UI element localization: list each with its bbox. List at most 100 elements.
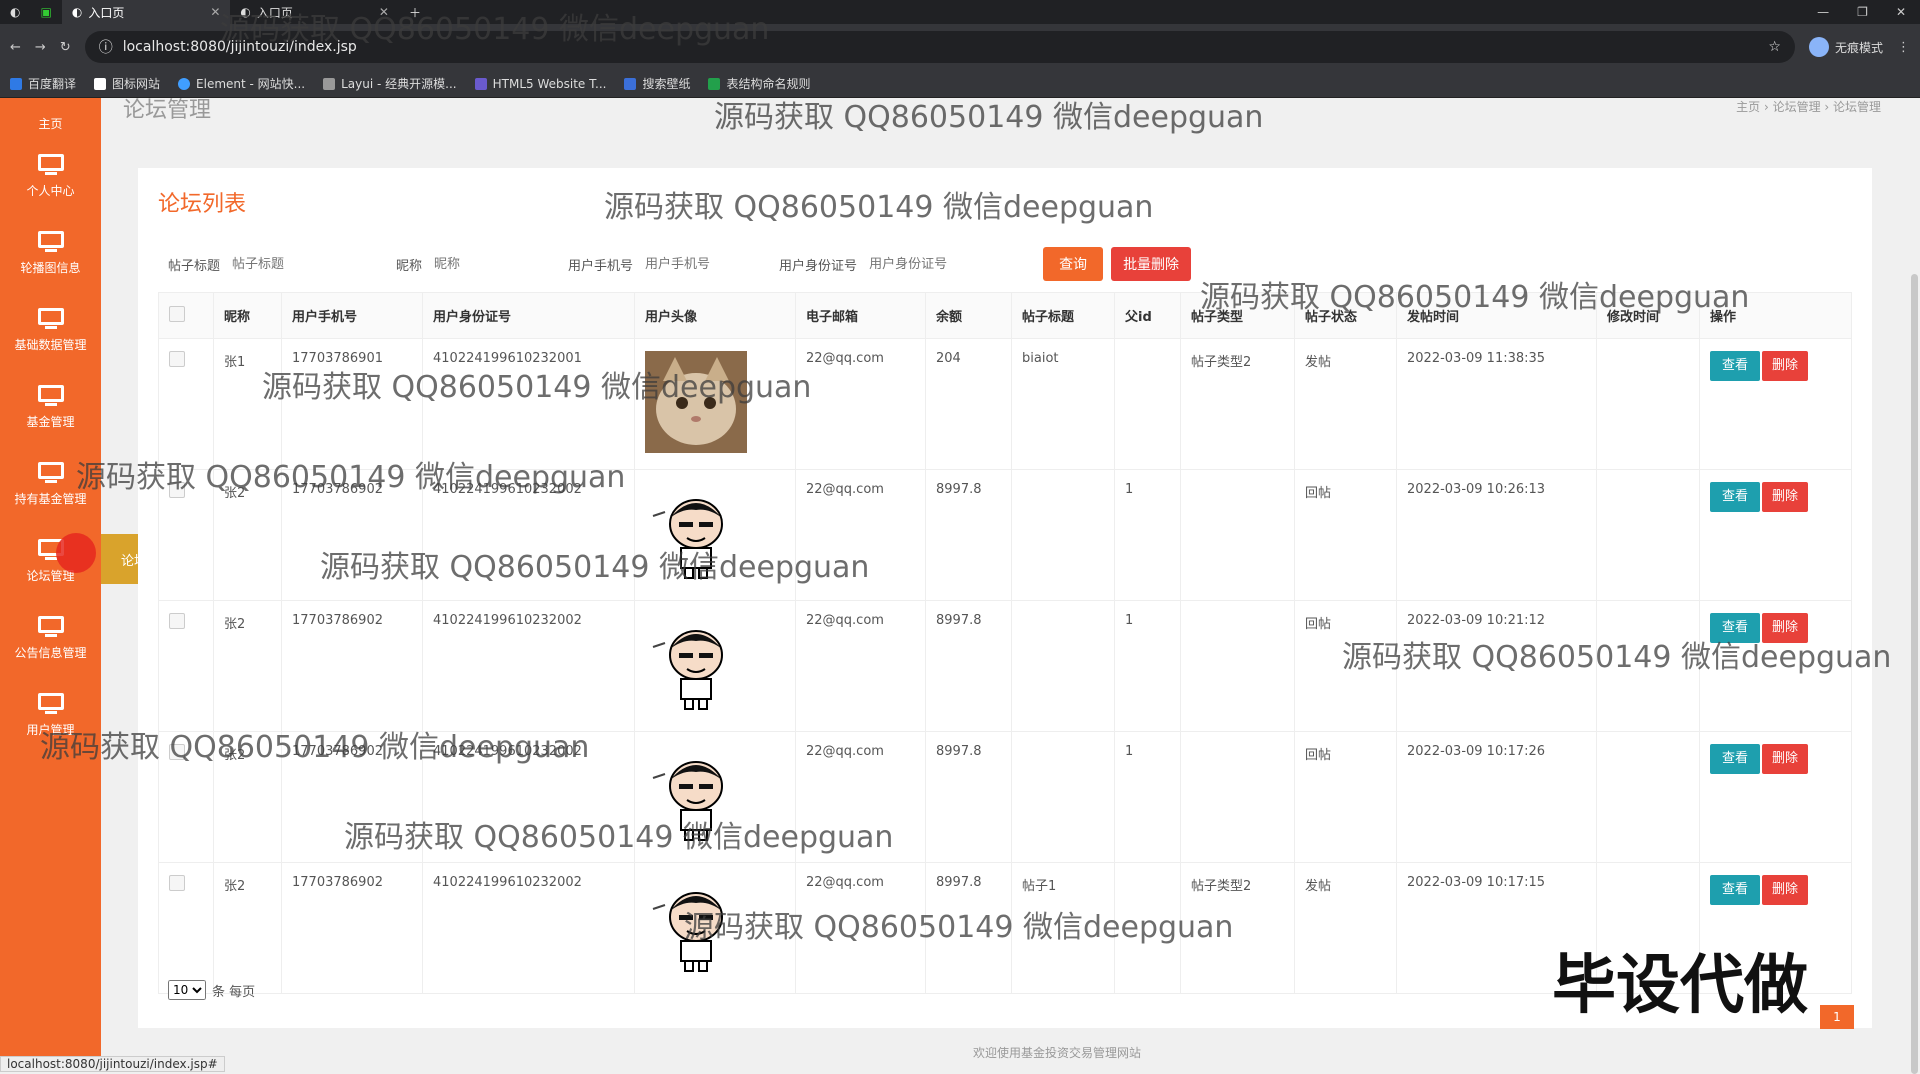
row-select-cell[interactable] [158, 731, 214, 863]
cell-avatar [634, 469, 796, 601]
delete-button[interactable]: 删除 [1762, 744, 1809, 774]
restore-icon[interactable]: ❐ [1857, 5, 1868, 19]
incognito-indicator[interactable]: 无痕模式 [1808, 37, 1883, 57]
view-button[interactable]: 查看 [1710, 744, 1761, 774]
row-checkbox[interactable] [169, 875, 185, 891]
cell-modify-time [1596, 338, 1700, 470]
cell-post-title: 帖子1 [1011, 862, 1115, 994]
browser-tab-label: 入口页 [88, 5, 125, 20]
scrollbar-thumb[interactable] [1911, 274, 1918, 1074]
bookmark-item[interactable]: 表结构命名规则 [708, 75, 810, 92]
view-button[interactable]: 查看 [1710, 613, 1761, 643]
scrollbar[interactable] [1910, 98, 1920, 1074]
cell-post-time: 2022-03-09 10:21:12 [1396, 600, 1597, 732]
batch-delete-button[interactable]: 批量删除 [1111, 247, 1192, 281]
cell-balance: 8997.8 [925, 862, 1012, 994]
sidebar-item-profile[interactable]: 个人中心 [0, 138, 101, 215]
row-checkbox[interactable] [169, 351, 185, 367]
row-select-cell[interactable] [158, 600, 214, 732]
sidebar-item-carousel[interactable]: 轮播图信息 [0, 215, 101, 292]
url-field[interactable]: ⓘ localhost:8080/jijintouzi/index.jsp ☆ [84, 31, 1795, 63]
cell-nickname: 张2 [213, 600, 282, 732]
sidebar-item-home[interactable]: 主页 [0, 98, 101, 138]
column-header: 父id [1114, 292, 1181, 339]
globe-icon: ◐ [240, 5, 251, 19]
cell-post-title: biaiot [1011, 338, 1115, 470]
browser-tab[interactable]: ◐ 入口页 ✕ [230, 0, 399, 24]
page-size-select[interactable]: 10 [168, 980, 206, 1000]
row-checkbox[interactable] [169, 482, 185, 498]
cell-phone: 17703786902 [281, 600, 423, 732]
minimize-icon[interactable]: — [1817, 5, 1829, 19]
cell-post-type [1180, 600, 1295, 732]
row-select-cell[interactable] [158, 469, 214, 601]
close-icon[interactable]: ✕ [210, 5, 220, 19]
sidebar-item-basic-data[interactable]: 基础数据管理 [0, 292, 101, 369]
close-window-icon[interactable]: ✕ [1896, 5, 1906, 19]
query-button[interactable]: 查询 [1043, 247, 1104, 281]
cell-email: 22@qq.com [795, 600, 926, 732]
sidebar-item-users[interactable]: 用户管理 [0, 677, 101, 754]
bookmark-item[interactable]: 图标网站 [94, 75, 160, 92]
bookmark-item[interactable]: 百度翻译 [10, 75, 76, 92]
browser-tab-active[interactable]: ◐ 入口页 ✕ [61, 0, 231, 24]
delete-button[interactable]: 删除 [1762, 482, 1809, 512]
row-checkbox[interactable] [169, 613, 185, 629]
cell-avatar [634, 600, 796, 732]
close-icon[interactable]: ✕ [379, 5, 389, 19]
view-button[interactable]: 查看 [1710, 351, 1761, 381]
bookmark-label: 图标网站 [112, 77, 161, 91]
view-button[interactable]: 查看 [1710, 482, 1761, 512]
sidebar-item-fund[interactable]: 基金管理 [0, 369, 101, 446]
new-tab-button[interactable]: ＋ [399, 0, 431, 24]
nickname-input[interactable] [434, 249, 553, 279]
browser-tab-pinned-1[interactable]: ◐ [0, 0, 30, 24]
sidebar-item-holdings[interactable]: 持有基金管理 [0, 446, 101, 523]
monitor-icon [37, 154, 64, 176]
cell-parent-id [1114, 862, 1181, 994]
sidebar-item-notice[interactable]: 公告信息管理 [0, 600, 101, 677]
idcard-input[interactable] [869, 249, 988, 279]
delete-button[interactable]: 删除 [1762, 351, 1809, 381]
forward-icon[interactable]: → [35, 40, 46, 55]
bookmark-item[interactable]: Layui - 经典开源模... [323, 75, 457, 92]
back-icon[interactable]: ← [10, 40, 21, 55]
cursor-highlight [56, 533, 96, 573]
menu-icon[interactable]: ⋮ [1897, 40, 1910, 55]
bookmark-item[interactable]: Element - 网站快... [178, 75, 305, 92]
cartoon-avatar-image [645, 613, 747, 715]
cat-avatar-image [645, 351, 747, 453]
phone-input[interactable] [645, 249, 764, 279]
bookmark-item[interactable]: 搜索壁纸 [624, 75, 690, 92]
row-select-cell[interactable] [158, 338, 214, 470]
select-all-checkbox[interactable] [169, 305, 185, 322]
cell-post-type: 帖子类型2 [1180, 338, 1295, 470]
cell-actions: 查看 删除 [1699, 338, 1852, 470]
row-select-cell[interactable] [158, 862, 214, 994]
cell-nickname: 张2 [213, 731, 282, 863]
table-header-row: 昵称 用户手机号 用户身份证号 用户头像 电子邮箱 余额 帖子标题 父id 帖子… [158, 292, 1852, 339]
sidebar-item-label: 个人中心 [26, 184, 75, 198]
reload-icon[interactable]: ↻ [60, 40, 71, 55]
pagination: 10 条 每页 [168, 980, 255, 1000]
select-all-header[interactable] [158, 292, 214, 339]
cell-email: 22@qq.com [795, 862, 926, 994]
row-checkbox[interactable] [169, 744, 185, 760]
delete-button[interactable]: 删除 [1762, 613, 1809, 643]
view-button[interactable]: 查看 [1710, 875, 1761, 905]
monitor-icon [37, 693, 64, 715]
delete-button[interactable]: 删除 [1762, 875, 1809, 905]
breadcrumb[interactable]: 主页 › 论坛管理 › 论坛管理 [1736, 98, 1881, 115]
star-icon[interactable]: ☆ [1768, 39, 1781, 55]
bookmark-item[interactable]: HTML5 Website T... [474, 77, 606, 91]
cartoon-avatar-image [645, 482, 747, 584]
column-header: 电子邮箱 [795, 292, 926, 339]
bookmarks-bar: 百度翻译 图标网站 Element - 网站快... Layui - 经典开源模… [0, 70, 1920, 98]
browser-tab-pinned-2[interactable]: ▣ [30, 0, 61, 24]
cell-idcard: 410224199610232002 [422, 600, 635, 732]
info-icon: ⓘ [98, 40, 113, 56]
cell-post-title [1011, 469, 1115, 601]
current-page-button[interactable]: 1 [1820, 1005, 1854, 1029]
post-title-input[interactable] [232, 249, 351, 279]
cell-balance: 8997.8 [925, 731, 1012, 863]
